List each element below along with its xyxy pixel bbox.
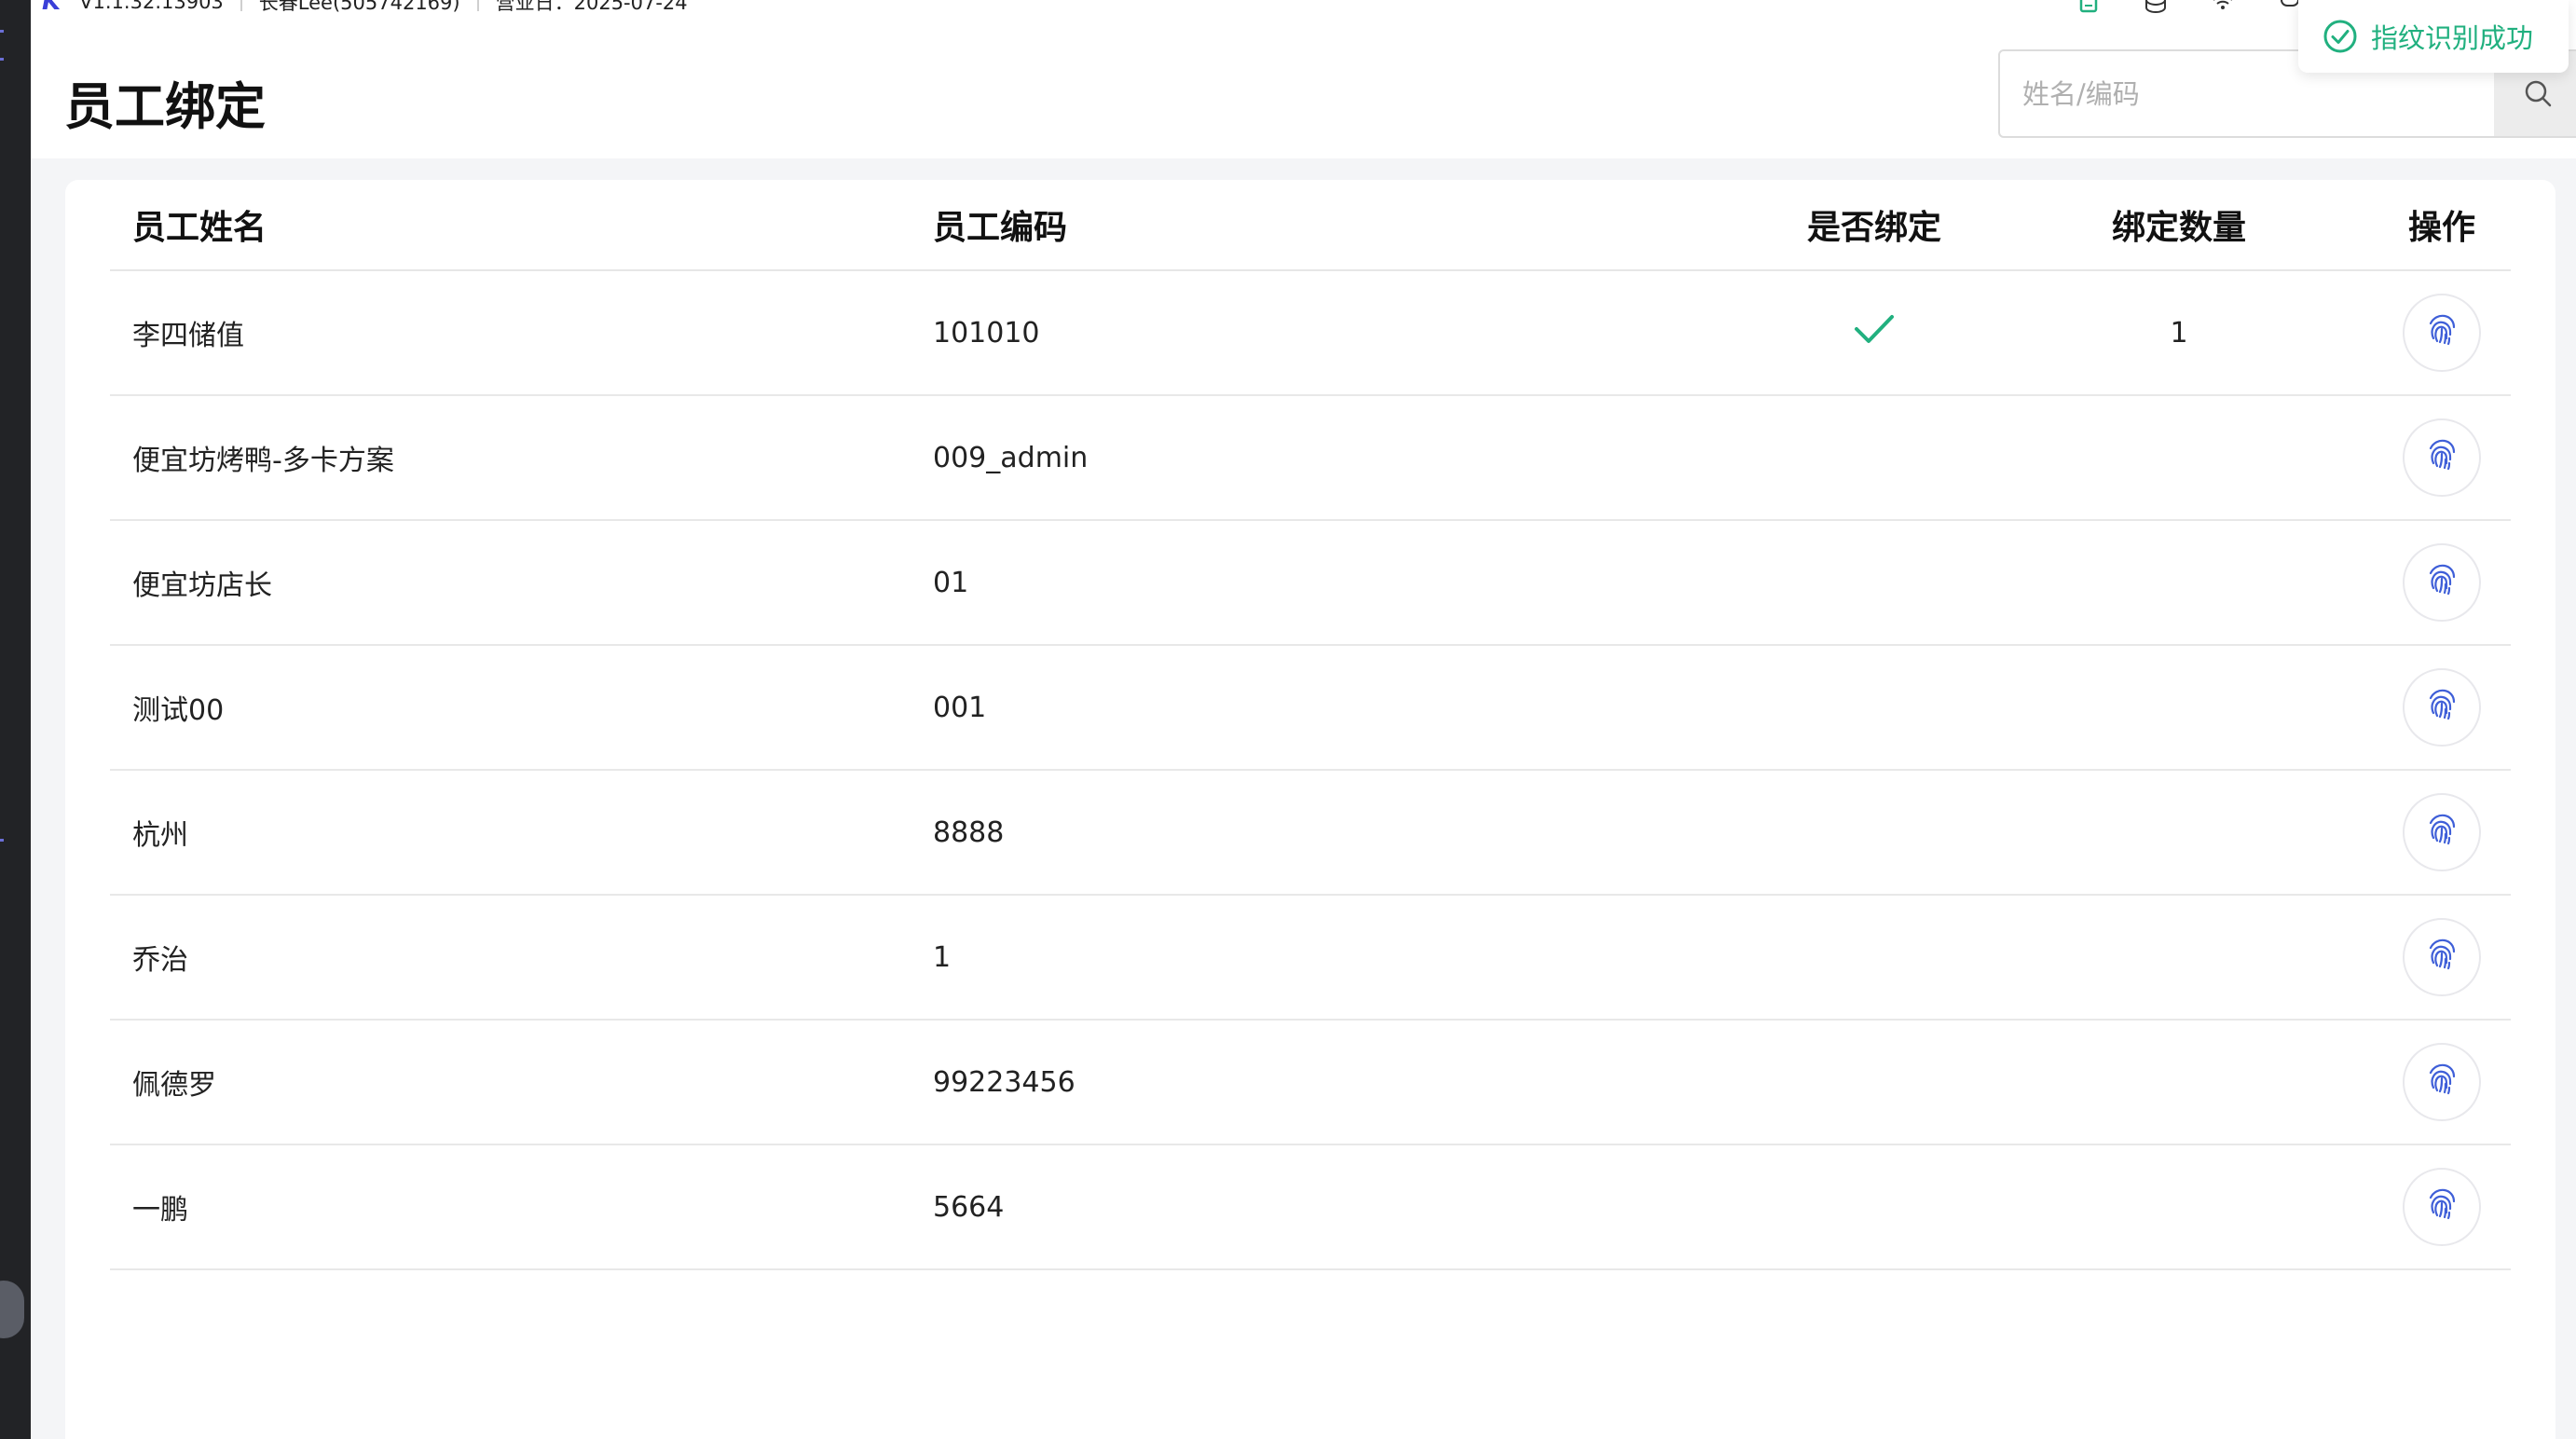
employee-code: 009_admin [933,441,1089,474]
employee-code: 8888 [933,815,1005,849]
sidebar-marker [0,30,4,33]
fingerprint-icon [2423,310,2460,355]
operation-cell [2393,646,2490,769]
employee-name: 一鹏 [132,1194,188,1227]
operation-cell [2393,1145,2490,1268]
operation-cell [2393,771,2490,894]
fingerprint-icon [2423,935,2460,980]
page-title: 员工绑定 [64,77,266,136]
employee-name: 李四储值 [132,320,244,352]
bound-count [2086,896,2272,1019]
bound-status [1776,521,1972,644]
employee-code: 01 [933,566,969,599]
employee-name: 便宜坊烤鸭-多卡方案 [132,445,394,477]
employee-name: 测试00 [132,694,225,727]
fingerprint-icon [2423,1060,2460,1104]
current-user: 长春Lee(505742169) [258,0,460,14]
table-row: 佩德罗 99223456 [110,1021,2511,1145]
check-icon [1853,312,1896,353]
app-version: V1.1.32.13903 [79,0,224,13]
fingerprint-icon [2423,685,2460,730]
operation-cell [2393,896,2490,1019]
printer-icon[interactable] [2076,0,2101,13]
bound-count [2086,521,2272,644]
table-row: 便宜坊烤鸭-多卡方案 009_admin [110,396,2511,521]
bound-status [1776,1021,1972,1144]
bound-status [1776,271,1972,394]
employee-name: 便宜坊店长 [132,569,272,602]
employee-code: 99223456 [933,1065,1076,1099]
sidebar-floating-button[interactable] [0,1281,24,1338]
operation-cell [2393,521,2490,644]
table-header: 员工姓名 员工编码 是否绑定 绑定数量 操作 [110,180,2511,271]
operation-cell [2393,396,2490,519]
bound-count [2086,646,2272,769]
toast-message: 指纹识别成功 [2371,22,2534,54]
fingerprint-bind-button[interactable] [2403,918,2481,996]
fingerprint-bind-button[interactable] [2403,294,2481,372]
sidebar-marker [0,839,4,842]
column-header-operation: 操作 [2407,209,2475,247]
table-row: 一鹏 5664 [110,1145,2511,1270]
search-icon [2525,80,2552,106]
employee-table-card: 员工姓名 员工编码 是否绑定 绑定数量 操作 李四储值 101010 1 便宜坊烤鸭-… [65,180,2555,1439]
success-toast: 指纹识别成功 [2298,0,2569,73]
sidebar-marker [0,58,4,61]
column-header-name: 员工姓名 [132,209,267,247]
table-row: 乔治 1 [110,896,2511,1021]
fingerprint-icon [2423,1185,2460,1229]
fingerprint-icon [2423,560,2460,605]
operation-cell [2393,271,2490,394]
app-root: K V1.1.32.13903 长春Lee(505742169) 营业日：202… [0,0,2576,1439]
fingerprint-icon [2423,435,2460,480]
employee-code: 5664 [933,1190,1005,1224]
bound-count [2086,396,2272,519]
status-bar: K V1.1.32.13903 长春Lee(505742169) 营业日：202… [42,0,688,16]
bound-count [2086,1145,2272,1268]
fingerprint-bind-button[interactable] [2403,418,2481,497]
employee-name: 乔治 [132,944,188,977]
fingerprint-bind-button[interactable] [2403,543,2481,622]
employee-code: 1 [933,940,952,974]
employee-code: 101010 [933,316,1040,349]
divider [476,0,479,11]
table-row: 杭州 8888 [110,771,2511,896]
fingerprint-bind-button[interactable] [2403,1168,2481,1246]
header: K V1.1.32.13903 长春Lee(505742169) 营业日：202… [31,0,2576,158]
table-row: 李四储值 101010 1 [110,271,2511,396]
bound-count [2086,1021,2272,1144]
check-circle-icon [2323,20,2357,53]
bound-status [1776,396,1972,519]
bound-status [1776,896,1972,1019]
wifi-icon[interactable] [2211,0,2235,11]
fingerprint-icon [2423,810,2460,855]
app-logo-icon: K [42,0,62,16]
employee-code: 001 [933,691,987,724]
bound-status [1776,771,1972,894]
status-icons [2076,0,2302,14]
employee-table: 员工姓名 员工编码 是否绑定 绑定数量 操作 李四储值 101010 1 便宜坊烤鸭-… [110,180,2511,1270]
bound-count: 1 [2170,316,2188,349]
employee-name: 杭州 [132,819,188,852]
database-icon[interactable] [2144,0,2168,14]
fingerprint-bind-button[interactable] [2403,668,2481,747]
fingerprint-bind-button[interactable] [2403,1043,2481,1121]
table-row: 测试00 001 [110,646,2511,771]
employee-name: 佩德罗 [132,1069,216,1102]
table-row: 便宜坊店长 01 [110,521,2511,646]
business-day: 营业日：2025-07-24 [495,0,688,14]
column-header-code: 员工编码 [933,209,1068,247]
bound-status [1776,646,1972,769]
bound-count [2086,771,2272,894]
fingerprint-bind-button[interactable] [2403,793,2481,871]
column-header-bound: 是否绑定 [1806,209,1941,247]
bound-status [1776,1145,1972,1268]
left-sidebar-strip [0,0,31,1439]
column-header-count: 绑定数量 [2111,209,2246,247]
operation-cell [2393,1021,2490,1144]
divider [240,0,242,11]
table-body: 李四储值 101010 1 便宜坊烤鸭-多卡方案 009_admin 便宜坊店长 01 测试0… [110,271,2511,1270]
